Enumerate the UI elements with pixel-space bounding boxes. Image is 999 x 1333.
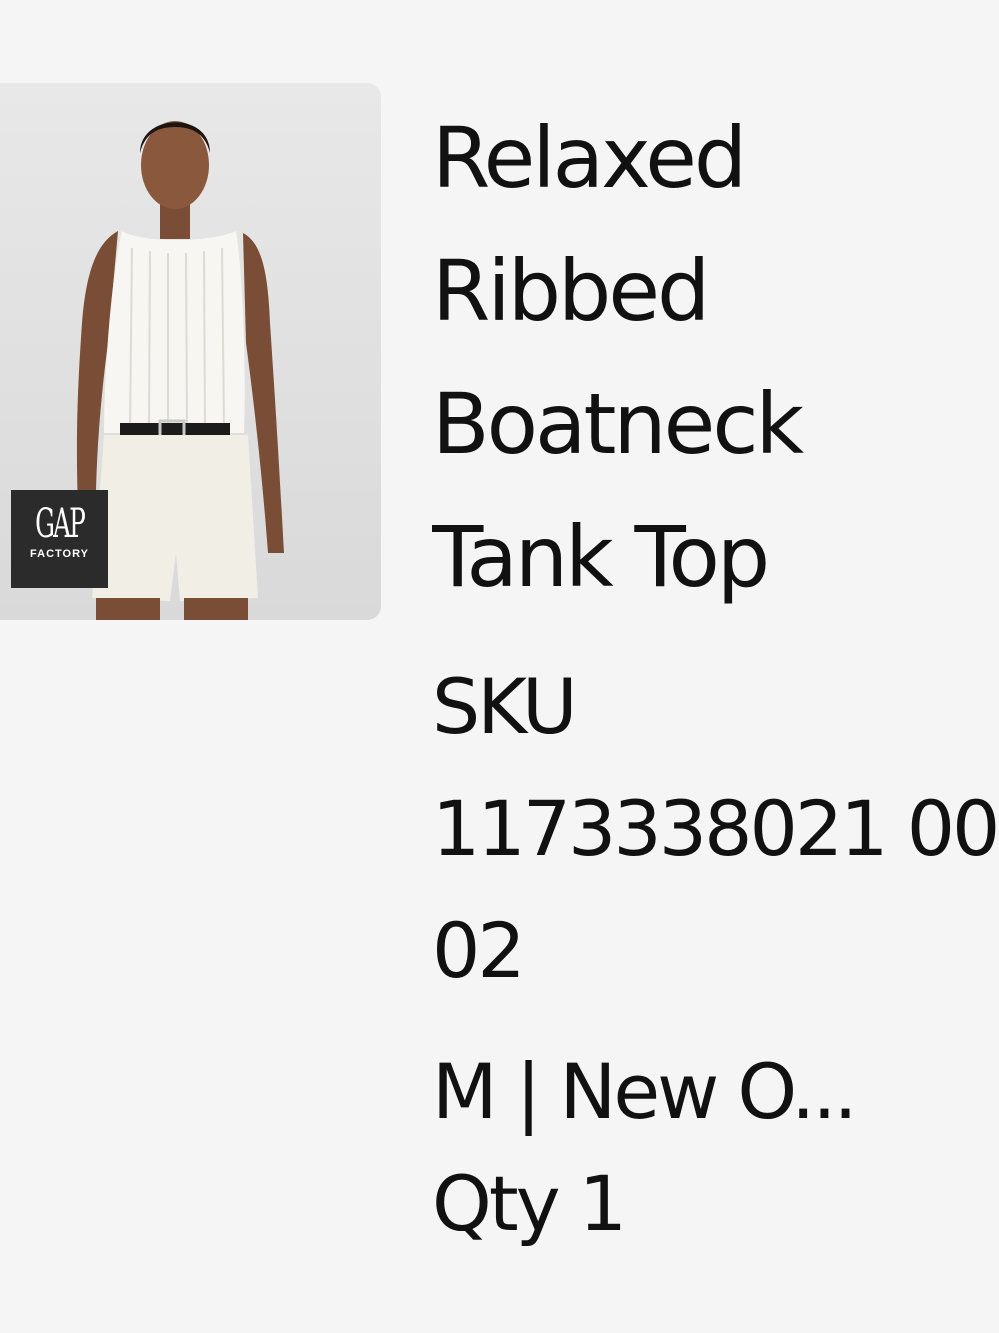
sku-block: SKU 1173338021 0002 [432,646,999,1012]
quantity-info: Qty 1 [432,1159,627,1248]
sku-value: 1173338021 0002 [432,784,999,995]
product-image[interactable]: GAP FACTORY [0,83,381,620]
order-item-card[interactable]: GAP FACTORY Relaxed Ribbed Boatneck Tank… [0,0,999,1333]
variant-info: M | New O... [432,1047,858,1136]
brand-logo-text: GAP [35,501,86,547]
brand-logo: GAP FACTORY [11,490,108,588]
product-title[interactable]: Relaxed Ribbed Boatneck Tank Top [432,92,932,624]
product-details: Relaxed Ribbed Boatneck Tank Top SKU 117… [432,92,999,1260]
sku-label: SKU [432,662,578,751]
